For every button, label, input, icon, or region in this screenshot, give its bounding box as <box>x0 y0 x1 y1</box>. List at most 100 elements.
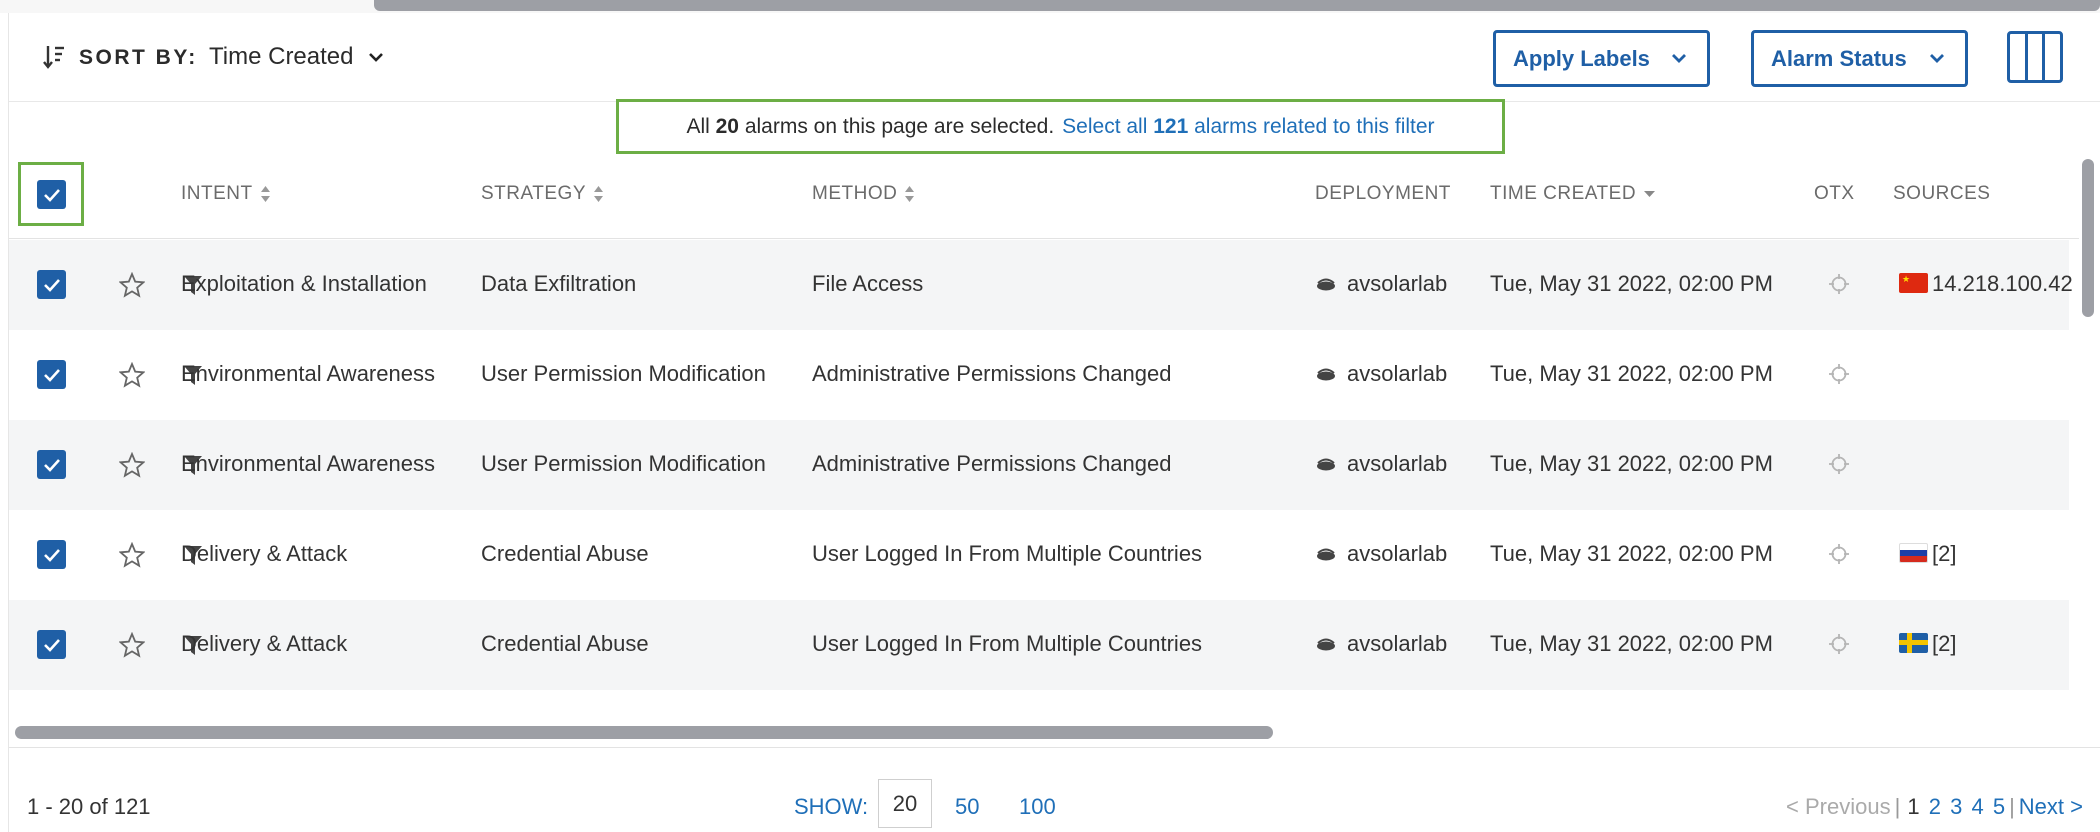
crosshair-icon[interactable] <box>1828 543 1850 565</box>
sort-by-label: SORT BY: <box>79 46 198 69</box>
pagination: < Previous | 1 2 3 4 5 | Next > <box>1786 794 2083 819</box>
banner-prefix: All <box>686 114 710 138</box>
cell-intent: Environmental Awareness <box>181 361 435 386</box>
checkmark-icon <box>43 548 60 562</box>
table-row[interactable]: Environmental Awareness User Permission … <box>9 420 2069 510</box>
banner-middle: alarms on this page are selected. <box>744 114 1055 138</box>
page-size-selected[interactable]: 20 <box>878 779 932 828</box>
alarms-panel: SORT BY: Time Created Apply Labels Alarm… <box>8 13 2100 832</box>
star-icon[interactable] <box>119 272 145 298</box>
cell-strategy: Credential Abuse <box>481 541 649 566</box>
table-row[interactable]: Environmental Awareness User Permission … <box>9 330 2069 420</box>
crosshair-icon[interactable] <box>1828 633 1850 655</box>
star-icon[interactable] <box>119 362 145 388</box>
next-page-link[interactable]: Next > <box>2019 794 2083 819</box>
selection-banner: All 20 alarms on this page are selected.… <box>616 99 1505 154</box>
sort-order-icon <box>43 46 64 69</box>
page-size-option-50[interactable]: 50 <box>955 794 979 820</box>
table-row[interactable]: Exploitation & Installation Data Exfiltr… <box>9 240 2073 330</box>
row-checkbox[interactable] <box>37 630 66 659</box>
checkmark-icon <box>43 188 60 202</box>
table-row[interactable]: Delivery & Attack Credential Abuse User … <box>9 510 2069 600</box>
horizontal-scrollbar-thumb[interactable] <box>15 726 1273 739</box>
cell-strategy: Credential Abuse <box>481 631 649 656</box>
column-header-otx: OTX <box>1814 183 1855 204</box>
sort-by-dropdown[interactable]: Time Created <box>209 43 384 71</box>
page-link-3[interactable]: 3 <box>1950 794 1962 819</box>
chevron-down-icon <box>368 53 383 62</box>
china-flag-icon <box>1899 273 1928 293</box>
crosshair-icon[interactable] <box>1828 363 1850 385</box>
cell-strategy: User Permission Modification <box>481 451 766 476</box>
cell-time-created: Tue, May 31 2022, 02:00 PM <box>1490 541 1773 566</box>
column-header-time-created[interactable]: TIME CREATED <box>1490 183 1656 205</box>
sort-descending-icon <box>1644 191 1656 197</box>
column-header-sources: SOURCES <box>1893 183 1991 204</box>
sort-by-value: Time Created <box>209 43 354 70</box>
cell-strategy: Data Exfiltration <box>481 271 637 296</box>
crosshair-icon[interactable] <box>1828 453 1850 475</box>
alarm-status-button[interactable]: Alarm Status <box>1751 30 1968 87</box>
sensor-icon <box>1317 278 1335 291</box>
column-header-deployment: DEPLOYMENT <box>1315 183 1451 204</box>
select-all-checkbox[interactable] <box>37 180 66 209</box>
cell-method: Administrative Permissions Changed <box>812 361 1172 386</box>
top-scrollbar-track[interactable] <box>0 0 2100 13</box>
crosshair-icon[interactable] <box>1828 273 1850 295</box>
alarm-status-label: Alarm Status <box>1771 45 1907 71</box>
chevron-down-icon <box>1930 54 1944 63</box>
select-all-alarms-link[interactable]: Select all 121 alarms related to this fi… <box>1062 115 1434 139</box>
cell-intent: Environmental Awareness <box>181 451 435 476</box>
checkmark-icon <box>43 368 60 382</box>
banner-count: 20 <box>715 114 739 138</box>
table-header: INTENT STRATEGY METHOD DEPLOYMENT TIME C… <box>9 154 2079 239</box>
cell-deployment: avsolarlab <box>1315 361 1447 387</box>
sweden-flag-icon <box>1899 633 1928 653</box>
row-checkbox[interactable] <box>37 450 66 479</box>
previous-page-link[interactable]: < Previous <box>1786 794 1891 819</box>
sensor-icon <box>1317 368 1335 381</box>
star-icon[interactable] <box>119 632 145 658</box>
page-link-2[interactable]: 2 <box>1929 794 1941 819</box>
star-icon[interactable] <box>119 542 145 568</box>
star-icon[interactable] <box>119 452 145 478</box>
cell-strategy: User Permission Modification <box>481 361 766 386</box>
cell-sources[interactable]: [2] <box>1899 541 1956 567</box>
cell-time-created: Tue, May 31 2022, 02:00 PM <box>1490 271 1773 296</box>
cell-intent: Delivery & Attack <box>181 541 348 566</box>
sort-icon <box>905 186 915 202</box>
column-header-intent[interactable]: INTENT <box>181 183 271 205</box>
result-range: 1 - 20 of 121 <box>27 794 151 819</box>
cell-method: User Logged In From Multiple Countries <box>812 631 1203 656</box>
apply-labels-label: Apply Labels <box>1513 45 1650 71</box>
page-link-4[interactable]: 4 <box>1971 794 1983 819</box>
column-settings-icon[interactable] <box>2007 31 2063 83</box>
cell-sources[interactable]: 14.218.100.42 <box>1899 271 2073 297</box>
cell-deployment: avsolarlab <box>1315 541 1447 567</box>
row-checkbox[interactable] <box>37 360 66 389</box>
cell-intent: Delivery & Attack <box>181 631 348 656</box>
cell-time-created: Tue, May 31 2022, 02:00 PM <box>1490 631 1773 656</box>
column-header-method[interactable]: METHOD <box>812 183 915 205</box>
show-label: SHOW: <box>794 794 869 819</box>
cell-time-created: Tue, May 31 2022, 02:00 PM <box>1490 361 1773 386</box>
table-row[interactable]: Delivery & Attack Credential Abuse User … <box>9 600 2069 690</box>
cell-sources[interactable]: [2] <box>1899 631 1956 657</box>
page-link-5[interactable]: 5 <box>1993 794 2005 819</box>
top-scrollbar-thumb[interactable] <box>374 0 2100 11</box>
checkmark-icon <box>43 638 60 652</box>
page-link-1[interactable]: 1 <box>1907 794 1919 819</box>
cell-deployment: avsolarlab <box>1315 451 1447 477</box>
row-checkbox[interactable] <box>37 540 66 569</box>
cell-method: User Logged In From Multiple Countries <box>812 541 1203 566</box>
row-checkbox[interactable] <box>37 270 66 299</box>
cell-method: Administrative Permissions Changed <box>812 451 1172 476</box>
table-footer: 1 - 20 of 121 SHOW: 20 50 100 < Previous… <box>9 747 2100 832</box>
column-header-strategy[interactable]: STRATEGY <box>481 183 604 205</box>
toolbar: SORT BY: Time Created Apply Labels Alarm… <box>9 13 2100 102</box>
page-size-option-100[interactable]: 100 <box>1019 794 1056 820</box>
vertical-scrollbar-thumb[interactable] <box>2082 159 2094 317</box>
cell-deployment: avsolarlab <box>1315 271 1447 297</box>
sort-icon <box>260 186 270 202</box>
apply-labels-button[interactable]: Apply Labels <box>1493 30 1710 87</box>
